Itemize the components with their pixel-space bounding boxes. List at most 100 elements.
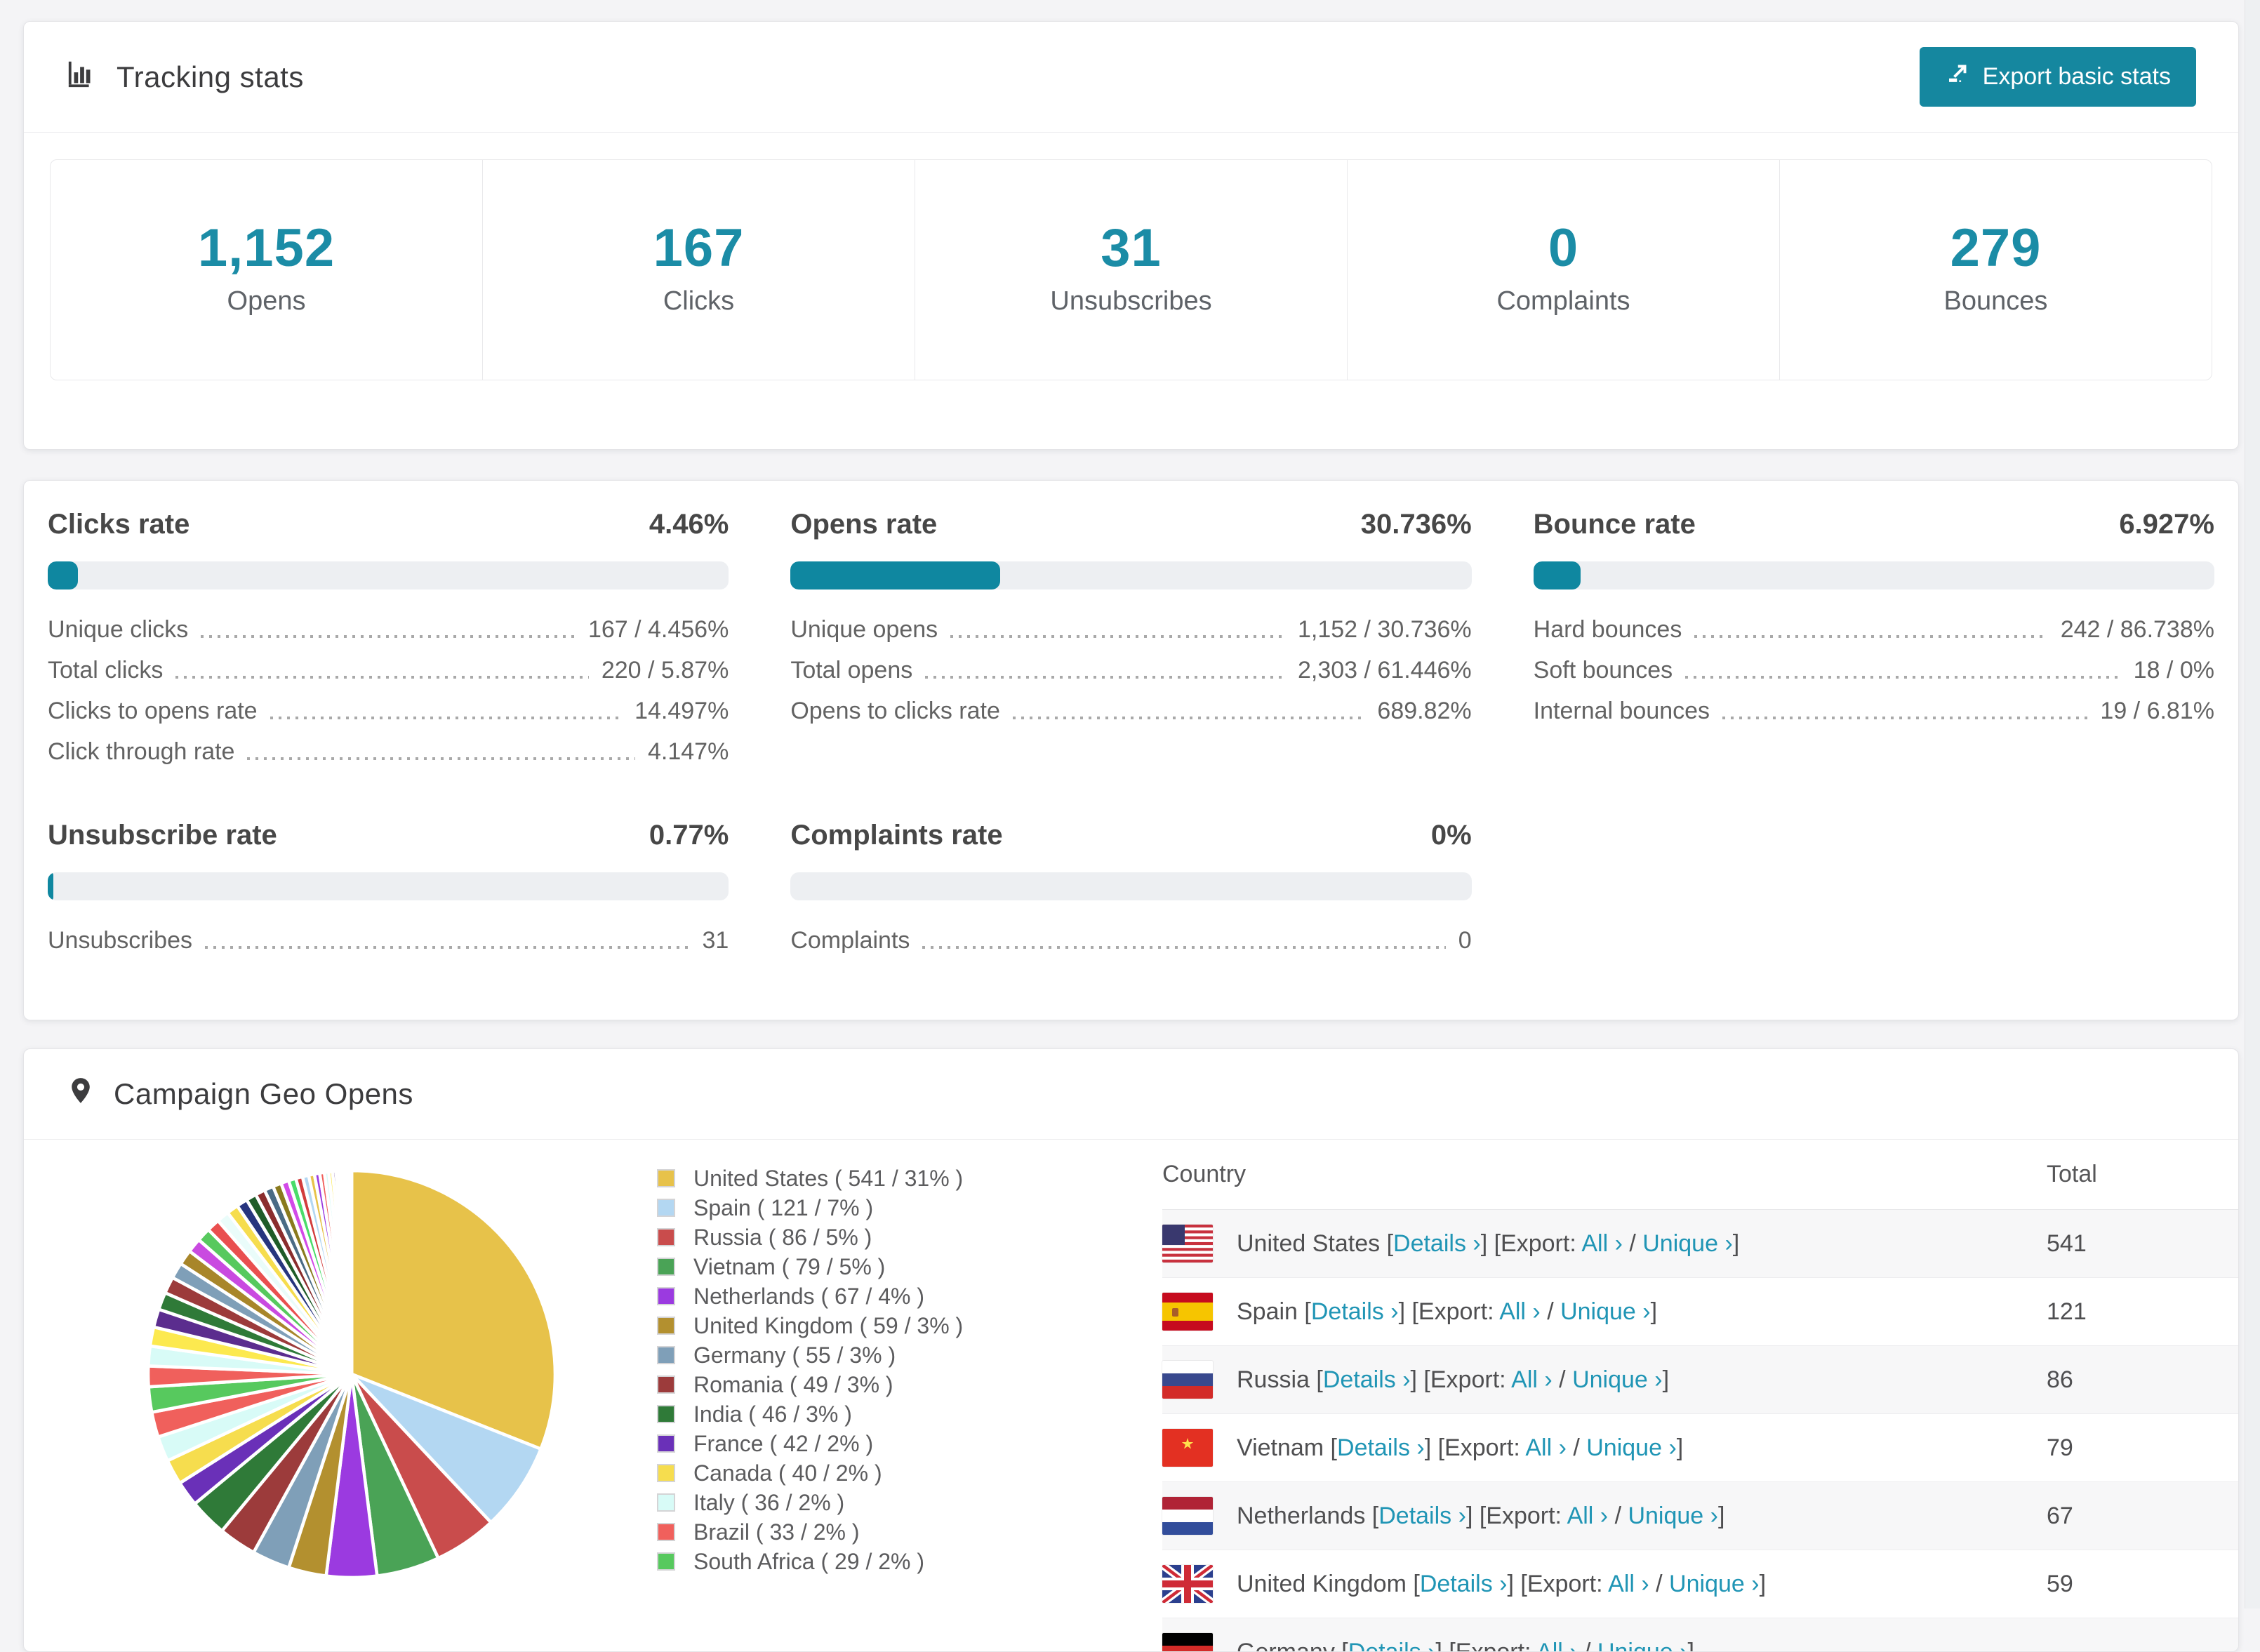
rate-row: Internal bounces19 / 6.81% (1534, 699, 2214, 723)
geo-table-row: United States [Details ›] [Export: All ›… (1162, 1210, 2238, 1278)
country-links: United States [Details ›] [Export: All ›… (1237, 1230, 1739, 1258)
export-unique-link[interactable]: Unique › (1669, 1571, 1760, 1597)
legend-item: Russia ( 86 / 5% ) (657, 1223, 987, 1252)
flag-icon-gb (1162, 1565, 1213, 1603)
details-link[interactable]: Details › (1420, 1571, 1508, 1597)
export-basic-stats-button[interactable]: Export basic stats (1920, 47, 2196, 107)
row-text: ] (1677, 1434, 1683, 1461)
export-all-link[interactable]: All › (1511, 1366, 1553, 1393)
flag-icon-us (1162, 1225, 1213, 1263)
details-link[interactable]: Details › (1337, 1434, 1425, 1461)
bar-chart-icon (66, 58, 98, 97)
details-link[interactable]: Details › (1311, 1298, 1399, 1325)
row-text: ] (1687, 1639, 1694, 1652)
stat-value: 31 (915, 222, 1347, 275)
rate-row: Unique clicks167 / 4.456% (48, 618, 729, 641)
export-all-link[interactable]: All › (1536, 1639, 1578, 1652)
legend-label: Spain ( 121 / 7% ) (693, 1195, 873, 1221)
export-all-link[interactable]: All › (1608, 1571, 1649, 1597)
legend-label: India ( 46 / 3% ) (693, 1401, 852, 1427)
rate-head: Opens rate30.736% (790, 509, 1471, 540)
country-column-header: Country (1162, 1161, 2047, 1188)
rate-row-value: 689.82% (1377, 699, 1471, 723)
rate-head: Unsubscribe rate0.77% (48, 820, 729, 851)
rate-row-value: 167 / 4.456% (588, 618, 729, 641)
geo-title: Campaign Geo Opens (114, 1077, 413, 1111)
country-cell: Russia [Details ›] [Export: All › / Uniq… (1162, 1361, 2047, 1399)
rate-value: 30.736% (1361, 509, 1472, 540)
rate-row-label: Total opens (790, 658, 912, 682)
dotted-leader (925, 676, 1285, 679)
dotted-leader (1694, 635, 2047, 638)
rates-card: Clicks rate4.46%Unique clicks167 / 4.456… (23, 480, 2239, 1020)
export-unique-link[interactable]: Unique › (1628, 1503, 1718, 1529)
row-text: ] [Export: (1466, 1503, 1567, 1529)
rate-row: Click through rate4.147% (48, 740, 729, 764)
rate-block: Unsubscribe rate0.77% Unsubscribes31 (48, 820, 729, 952)
rate-progress-fill (48, 872, 53, 900)
details-link[interactable]: Details › (1393, 1230, 1481, 1257)
export-unique-link[interactable]: Unique › (1597, 1639, 1688, 1652)
rate-row-label: Complaints (790, 928, 910, 952)
rate-rows: Unsubscribes31 (48, 928, 729, 952)
rate-row-value: 31 (703, 928, 729, 952)
rate-progress-fill (1534, 561, 1581, 589)
rate-rows: Unique clicks167 / 4.456%Total clicks220… (48, 618, 729, 764)
row-text: ] (1651, 1298, 1657, 1325)
legend-swatch (657, 1317, 675, 1335)
legend-label: Brazil ( 33 / 2% ) (693, 1519, 860, 1545)
rate-row: Hard bounces242 / 86.738% (1534, 618, 2214, 641)
country-cell: Germany [Details ›] [Export: All › / Uni… (1162, 1633, 2047, 1652)
geo-title-wrap: Campaign Geo Opens (66, 1074, 413, 1114)
legend-item: Netherlands ( 67 / 4% ) (657, 1281, 987, 1311)
geo-table-header: CountryTotal (1162, 1140, 2238, 1210)
rate-row-value: 4.147% (648, 740, 729, 764)
legend-swatch (657, 1228, 675, 1246)
dotted-leader (270, 717, 623, 719)
total-cell: 67 (2047, 1503, 2238, 1530)
rate-progress-track (790, 561, 1471, 589)
rate-row: Opens to clicks rate689.82% (790, 699, 1471, 723)
stat-label: Opens (51, 286, 482, 317)
country-cell: Vietnam [Details ›] [Export: All › / Uni… (1162, 1429, 2047, 1467)
country-links: Germany [Details ›] [Export: All › / Uni… (1237, 1639, 1694, 1652)
rate-title: Unsubscribe rate (48, 820, 277, 851)
export-all-link[interactable]: All › (1525, 1434, 1567, 1461)
legend-swatch (657, 1493, 675, 1512)
country-links: Netherlands [Details ›] [Export: All › /… (1237, 1503, 1724, 1530)
rate-row-value: 2,303 / 61.446% (1298, 658, 1472, 682)
stat-value: 0 (1348, 222, 1779, 275)
legend-swatch (657, 1375, 675, 1394)
dotted-leader (247, 757, 635, 760)
rate-row: Unique opens1,152 / 30.736% (790, 618, 1471, 641)
tracking-stats-card: Tracking stats Export basic stats 1,152O… (23, 21, 2239, 450)
page-title: Tracking stats (117, 60, 304, 94)
legend-item: Romania ( 49 / 3% ) (657, 1370, 987, 1399)
row-text: ] [Export: (1411, 1366, 1512, 1393)
export-all-link[interactable]: All › (1567, 1503, 1609, 1529)
export-unique-link[interactable]: Unique › (1560, 1298, 1651, 1325)
export-unique-link[interactable]: Unique › (1572, 1366, 1663, 1393)
row-text: / (1578, 1639, 1597, 1652)
stat-cell: 0Complaints (1347, 159, 1780, 380)
legend-swatch (657, 1258, 675, 1276)
stat-cell: 167Clicks (482, 159, 915, 380)
dotted-leader (205, 946, 690, 949)
export-all-link[interactable]: All › (1499, 1298, 1541, 1325)
geo-pie-legend: United States ( 541 / 31% )Spain ( 121 /… (657, 1164, 987, 1576)
legend-label: South Africa ( 29 / 2% ) (693, 1549, 924, 1575)
stat-value: 279 (1780, 222, 2212, 275)
export-all-link[interactable]: All › (1581, 1230, 1623, 1257)
details-link[interactable]: Details › (1348, 1639, 1436, 1652)
tracking-stats-header: Tracking stats Export basic stats (24, 22, 2238, 133)
rate-row: Total opens 2,303 / 61.446% (790, 658, 1471, 682)
details-link[interactable]: Details › (1323, 1366, 1411, 1393)
row-text: ] [Export: (1425, 1434, 1526, 1461)
legend-item: France ( 42 / 2% ) (657, 1429, 987, 1458)
rate-progress-fill (790, 561, 999, 589)
details-link[interactable]: Details › (1378, 1503, 1466, 1529)
export-unique-link[interactable]: Unique › (1642, 1230, 1733, 1257)
export-unique-link[interactable]: Unique › (1586, 1434, 1677, 1461)
campaign-geo-opens-card: Campaign Geo Opens United States ( 541 /… (23, 1048, 2239, 1652)
scrollbar-track[interactable] (2245, 0, 2260, 1608)
